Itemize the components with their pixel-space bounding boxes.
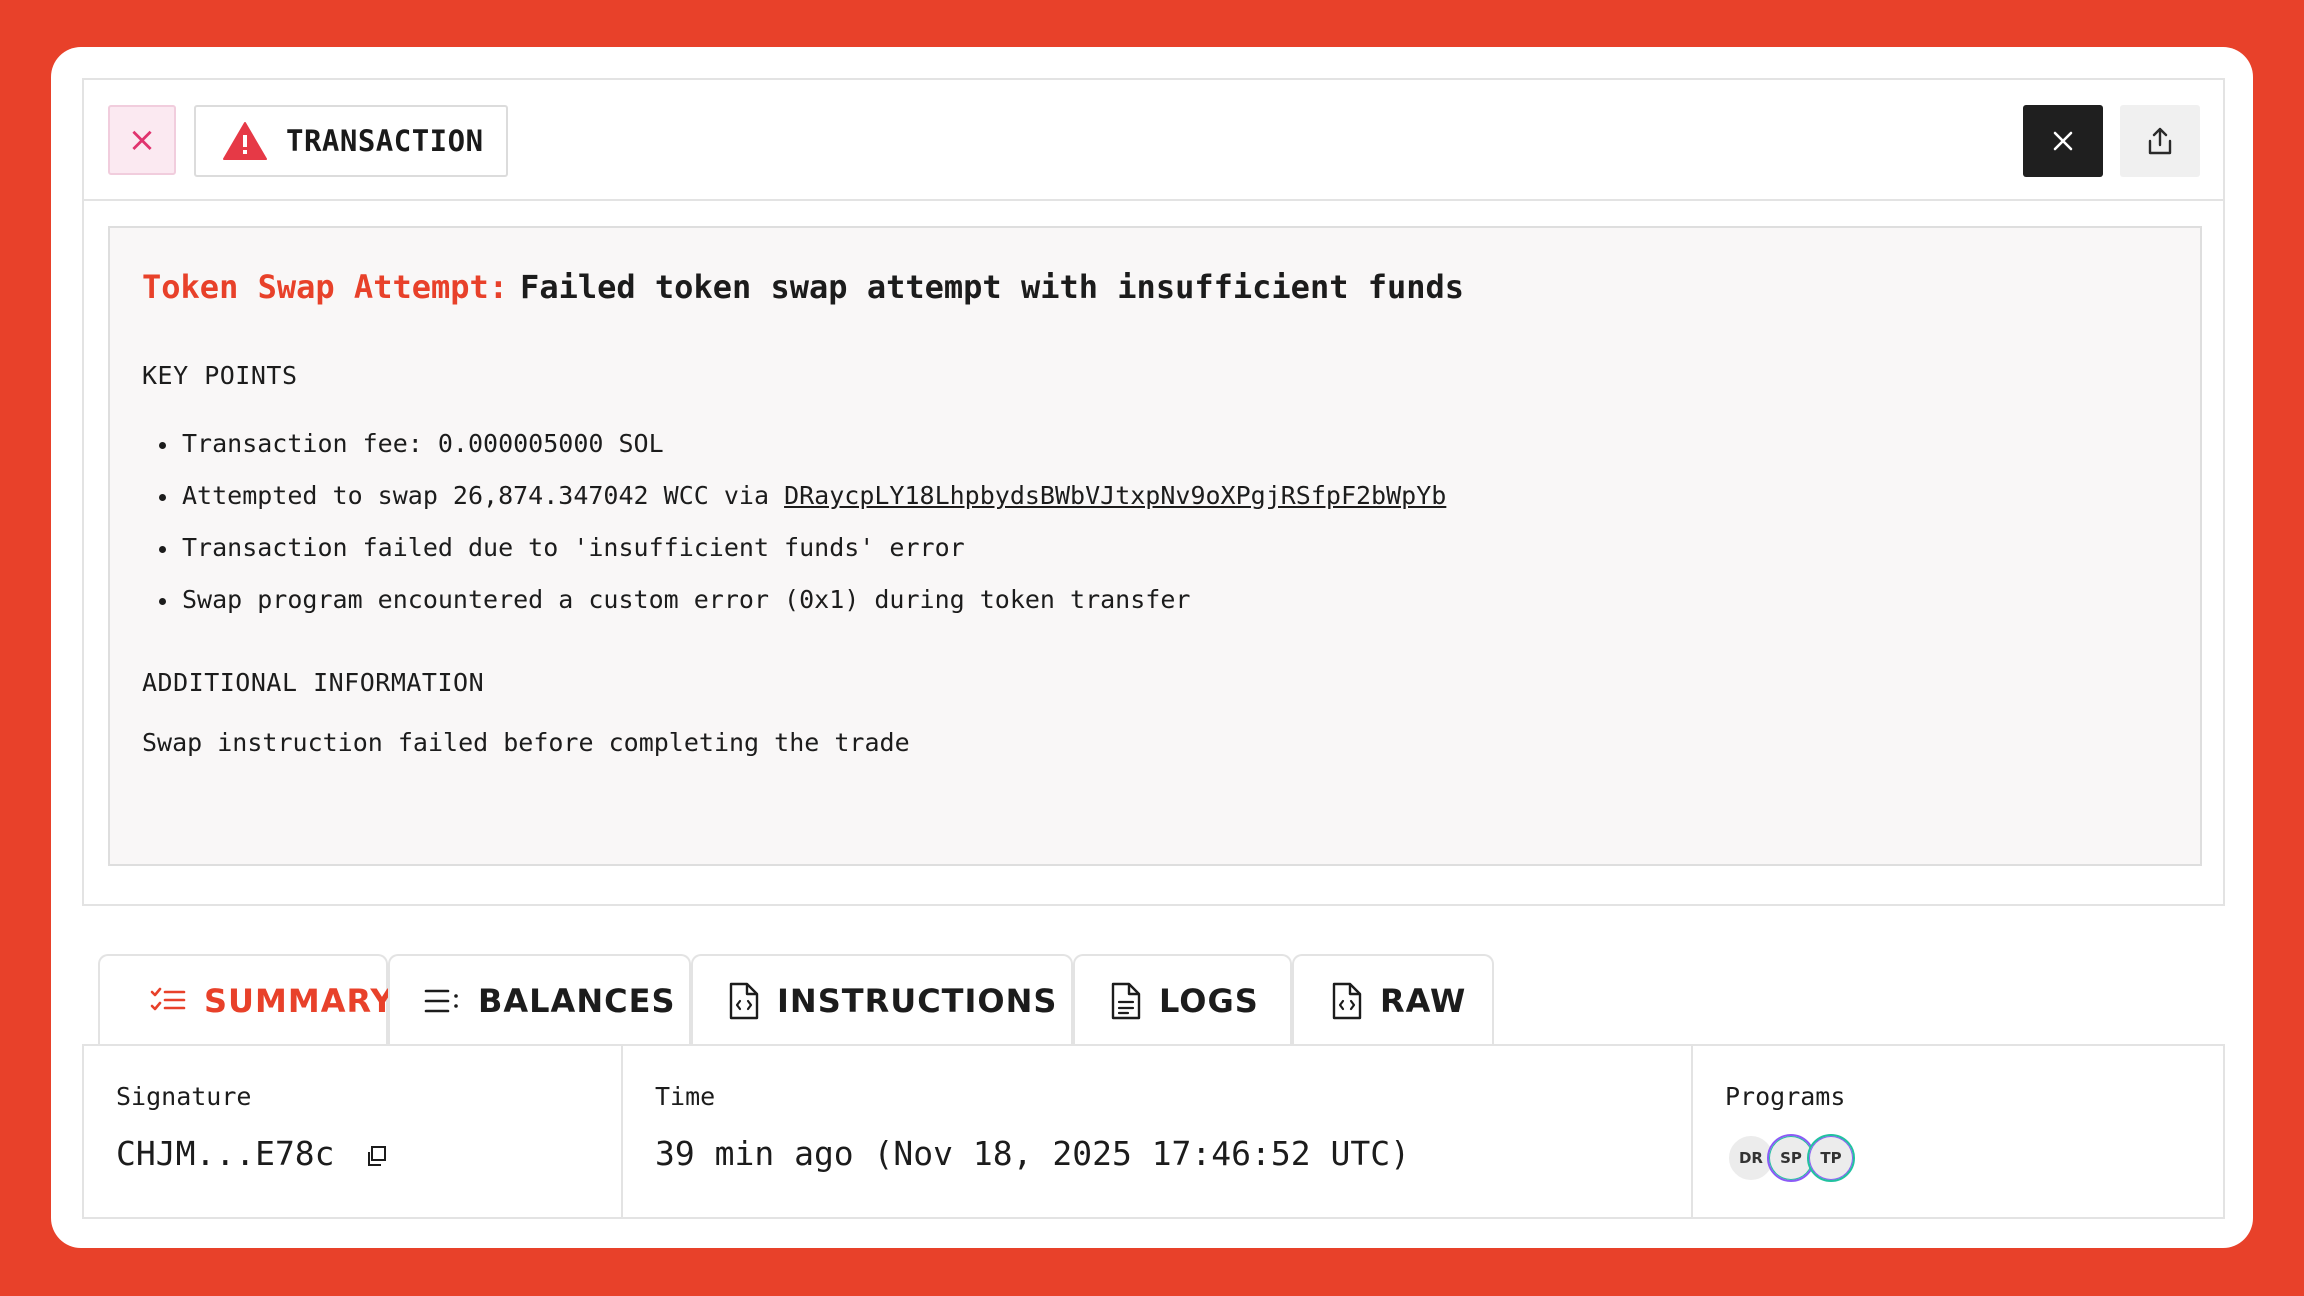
additional-info-title: ADDITIONAL INFORMATION [142,668,485,697]
list-item: Swap program encountered a custom error … [142,574,1446,626]
tab-label: SUMMARY [204,981,395,1020]
transaction-panel: × TRANSACTION Token Swap Attempt: Failed… [82,78,2225,906]
summary-content: Token Swap Attempt: Failed token swap att… [108,226,2202,866]
time-cell: Time 39 min ago (Nov 18, 2025 17:46:52 U… [621,1046,1691,1217]
list-icon [424,987,460,1015]
transaction-type-label: TRANSACTION [286,124,484,158]
panel-header: × TRANSACTION [84,80,2223,201]
signature-value: CHJM...E78c [116,1134,388,1173]
warning-triangle-icon [222,121,268,161]
key-points-title: KEY POINTS [142,361,298,390]
checklist-icon [150,986,186,1016]
avatar[interactable]: TP [1807,1134,1855,1182]
close-icon [2052,130,2074,152]
signature-cell: Signature CHJM...E78c [84,1046,621,1217]
code-file-icon [727,982,759,1020]
list-item: Transaction failed due to 'insufficient … [142,522,1446,574]
summary-headline: Token Swap Attempt: Failed token swap att… [142,268,1464,306]
share-button[interactable] [2120,105,2200,177]
close-x-glyph: × [127,120,157,160]
tab-raw[interactable]: RAW [1292,954,1494,1045]
headline-category: Token Swap Attempt: [142,268,509,306]
close-button[interactable] [2023,105,2103,177]
signature-text[interactable]: CHJM...E78c [116,1134,335,1173]
copy-icon[interactable] [364,1144,388,1168]
document-icon [1109,982,1141,1020]
tab-instructions[interactable]: INSTRUCTIONS [691,954,1073,1045]
list-item: Transaction fee: 0.000005000 SOL [142,418,1446,470]
tab-label: LOGS [1159,981,1259,1020]
share-icon [2146,126,2174,156]
tab-balances[interactable]: BALANCES [388,954,691,1045]
list-item: Attempted to swap 26,874.347042 WCC via … [142,470,1446,522]
transaction-info-table: Signature CHJM...E78c Time 39 min ago (N… [82,1044,2225,1219]
additional-info-text: Swap instruction failed before completin… [142,728,910,757]
tab-label: INSTRUCTIONS [777,981,1058,1020]
headline-text: Failed token swap attempt with insuffici… [520,268,1465,306]
transaction-type-badge: TRANSACTION [194,105,508,177]
dismiss-button[interactable]: × [108,105,176,175]
time-value: 39 min ago (Nov 18, 2025 17:46:52 UTC) [655,1134,1410,1173]
tab-label: RAW [1380,981,1467,1020]
transaction-card: × TRANSACTION Token Swap Attempt: Failed… [51,47,2253,1248]
programs-cell: Programs DR SP TP [1691,1046,2223,1217]
time-label: Time [655,1082,716,1111]
code-file-icon [1330,982,1362,1020]
key-points-list: Transaction fee: 0.000005000 SOL Attempt… [142,418,1446,626]
tab-logs[interactable]: LOGS [1073,954,1292,1045]
program-address-link[interactable]: DRaycpLY18LhpbydsBWbVJtxpNv9oXPgjRSfpF2b… [784,481,1446,510]
tab-summary[interactable]: SUMMARY [98,954,394,1045]
tab-label: BALANCES [478,981,676,1020]
programs-label: Programs [1725,1082,1846,1111]
signature-label: Signature [116,1082,252,1111]
